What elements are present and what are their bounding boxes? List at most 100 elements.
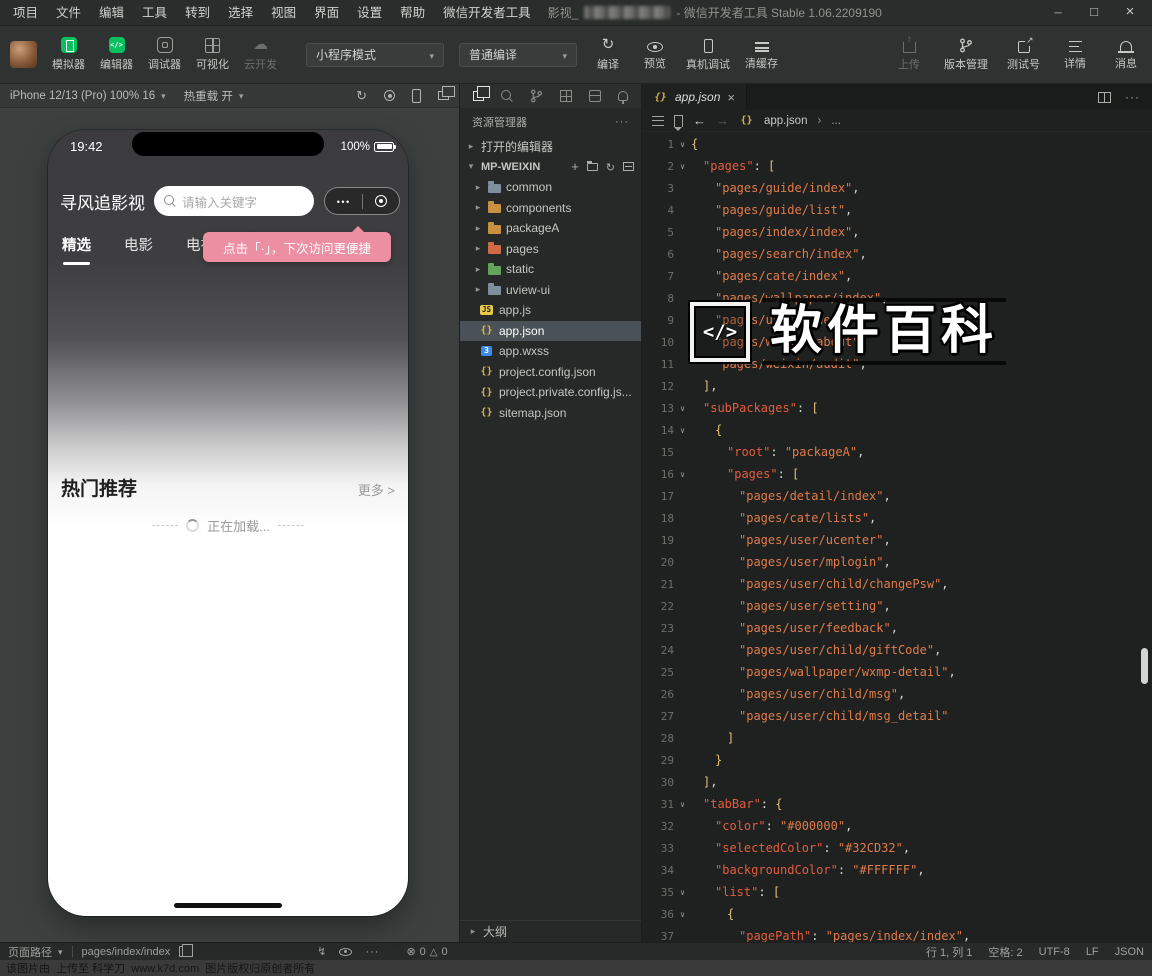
outline-list-icon[interactable] bbox=[652, 115, 664, 126]
outline-section[interactable]: 大纲 bbox=[460, 920, 641, 942]
code-line[interactable]: 17 "pages/detail/index", bbox=[642, 485, 1152, 507]
fold-icon[interactable] bbox=[674, 470, 691, 479]
copy-icon[interactable] bbox=[179, 944, 194, 957]
back-icon[interactable] bbox=[693, 113, 706, 128]
code-line[interactable]: 29} bbox=[642, 749, 1152, 771]
rotate-icon[interactable] bbox=[356, 88, 367, 104]
fold-icon[interactable] bbox=[674, 404, 691, 413]
tree-file-app.json[interactable]: app.json bbox=[460, 320, 641, 341]
tree-file-app.js[interactable]: app.js bbox=[460, 300, 641, 321]
fold-icon[interactable] bbox=[674, 426, 691, 435]
new-file-icon[interactable] bbox=[571, 159, 579, 174]
breadcrumb-more[interactable]: ... bbox=[831, 115, 841, 127]
code-line[interactable]: 12], bbox=[642, 375, 1152, 397]
menu-item[interactable]: 项目 bbox=[4, 0, 47, 26]
detach-window-icon[interactable] bbox=[438, 85, 455, 100]
hot-reload-toggle[interactable]: 热重载 开 bbox=[184, 88, 244, 104]
new-folder-icon[interactable] bbox=[586, 161, 598, 171]
phone-simulator[interactable]: 19:42 100% 寻风追影视 请输入关键字 精选 bbox=[48, 130, 408, 916]
code-line[interactable]: 27 "pages/user/child/msg_detail" bbox=[642, 705, 1152, 727]
encoding[interactable]: UTF-8 bbox=[1039, 946, 1070, 958]
capsule-menu[interactable] bbox=[324, 187, 400, 215]
refresh-icon[interactable] bbox=[606, 160, 615, 174]
tab-featured[interactable]: 精选 bbox=[62, 234, 91, 265]
menu-item[interactable]: 界面 bbox=[305, 0, 348, 26]
close-tab-icon[interactable] bbox=[727, 90, 735, 105]
tree-file-sitemap.json[interactable]: sitemap.json bbox=[460, 403, 641, 424]
record-icon[interactable] bbox=[384, 90, 395, 101]
code-editor[interactable]: 1{2"pages": [3"pages/guide/index",4"page… bbox=[642, 132, 1152, 942]
search-icon[interactable] bbox=[501, 90, 513, 102]
editor-more-icon[interactable] bbox=[1125, 90, 1140, 104]
code-line[interactable]: 5 "pages/index/index", bbox=[642, 221, 1152, 243]
remote-debug-button[interactable]: 真机调试 bbox=[686, 38, 730, 72]
messages-button[interactable]: 消息 bbox=[1110, 39, 1142, 71]
menu-item[interactable]: 转到 bbox=[176, 0, 219, 26]
watch-icon[interactable] bbox=[339, 947, 353, 956]
tree-folder-pages[interactable]: pages bbox=[460, 239, 641, 260]
upload-button[interactable]: 上传 bbox=[893, 34, 925, 72]
clear-cache-button[interactable]: 清缓存 bbox=[745, 39, 778, 71]
fold-icon[interactable] bbox=[674, 140, 691, 149]
code-line[interactable]: 37 "pagePath": "pages/index/index", bbox=[642, 925, 1152, 942]
page-path-value[interactable]: pages/index/index bbox=[82, 946, 171, 958]
tree-file-project.private.config.js...[interactable]: project.private.config.js... bbox=[460, 382, 641, 403]
tree-folder-uview-ui[interactable]: uview-ui bbox=[460, 280, 641, 301]
test-account-button[interactable]: 测试号 bbox=[1007, 34, 1040, 72]
split-editor-icon[interactable] bbox=[1098, 91, 1111, 103]
fold-icon[interactable] bbox=[674, 162, 691, 171]
code-line[interactable]: 14 { bbox=[642, 419, 1152, 441]
maximize-button[interactable] bbox=[1076, 0, 1112, 27]
language-mode[interactable]: JSON bbox=[1115, 946, 1144, 958]
debugger-toggle[interactable]: 调试器 bbox=[148, 37, 181, 72]
fold-icon[interactable] bbox=[674, 888, 691, 897]
menu-item[interactable]: 视图 bbox=[262, 0, 305, 26]
menu-item[interactable]: 编辑 bbox=[90, 0, 133, 26]
menu-item[interactable]: 微信开发者工具 bbox=[434, 0, 540, 26]
page-path-selector[interactable]: 页面路径 bbox=[8, 944, 63, 960]
files-icon[interactable] bbox=[473, 85, 490, 101]
tree-file-app.wxss[interactable]: app.wxss bbox=[460, 341, 641, 362]
preview-button[interactable]: 预览 bbox=[639, 39, 671, 71]
explorer-more-icon[interactable] bbox=[615, 116, 629, 128]
code-line[interactable]: 20 "pages/user/mplogin", bbox=[642, 551, 1152, 573]
tree-folder-common[interactable]: common bbox=[460, 177, 641, 198]
statusbar-more-icon[interactable] bbox=[365, 946, 379, 958]
tree-folder-components[interactable]: components bbox=[460, 198, 641, 219]
search-input[interactable]: 请输入关键字 bbox=[154, 186, 314, 216]
code-line[interactable]: 33 "selectedColor": "#32CD32", bbox=[642, 837, 1152, 859]
simulator-toggle[interactable]: 模拟器 bbox=[52, 37, 85, 72]
details-button[interactable]: 详情 bbox=[1059, 38, 1091, 71]
code-line[interactable]: 3 "pages/guide/index", bbox=[642, 177, 1152, 199]
tree-folder-static[interactable]: static bbox=[460, 259, 641, 280]
plugin-icon[interactable] bbox=[618, 91, 628, 104]
trace-icon[interactable] bbox=[317, 945, 326, 958]
code-line[interactable]: 35 "list": [ bbox=[642, 881, 1152, 903]
cursor-position[interactable]: 行 1, 列 1 bbox=[926, 944, 972, 960]
close-button[interactable] bbox=[1112, 0, 1148, 27]
code-line[interactable]: 36 { bbox=[642, 903, 1152, 925]
code-line[interactable]: 30], bbox=[642, 771, 1152, 793]
code-line[interactable]: 34 "backgroundColor": "#FFFFFF", bbox=[642, 859, 1152, 881]
code-line[interactable]: 15 "root": "packageA", bbox=[642, 441, 1152, 463]
tree-folder-packageA[interactable]: packageA bbox=[460, 218, 641, 239]
git-icon[interactable] bbox=[530, 89, 543, 103]
code-line[interactable]: 1{ bbox=[642, 133, 1152, 155]
user-avatar[interactable] bbox=[10, 41, 37, 68]
code-line[interactable]: 2 "pages": [ bbox=[642, 155, 1152, 177]
compile-mode-dropdown[interactable]: 普通编译 bbox=[459, 42, 577, 67]
open-editors-row[interactable]: 打开的编辑器 bbox=[460, 136, 641, 157]
extensions-icon[interactable] bbox=[560, 90, 572, 102]
menu-item[interactable]: 工具 bbox=[133, 0, 176, 26]
device-frame-icon[interactable] bbox=[412, 88, 421, 103]
compile-button[interactable]: 编译 bbox=[592, 37, 624, 72]
version-control-button[interactable]: 版本管理 bbox=[944, 38, 988, 72]
code-line[interactable]: 25 "pages/wallpaper/wxmp-detail", bbox=[642, 661, 1152, 683]
tab-app-json[interactable]: app.json bbox=[642, 84, 747, 110]
menu-item[interactable]: 选择 bbox=[219, 0, 262, 26]
fold-icon[interactable] bbox=[674, 910, 691, 919]
menu-item[interactable]: 文件 bbox=[47, 0, 90, 26]
collapse-all-icon[interactable] bbox=[623, 162, 634, 172]
breadcrumb[interactable]: app.json bbox=[764, 115, 807, 127]
code-line[interactable]: 28] bbox=[642, 727, 1152, 749]
